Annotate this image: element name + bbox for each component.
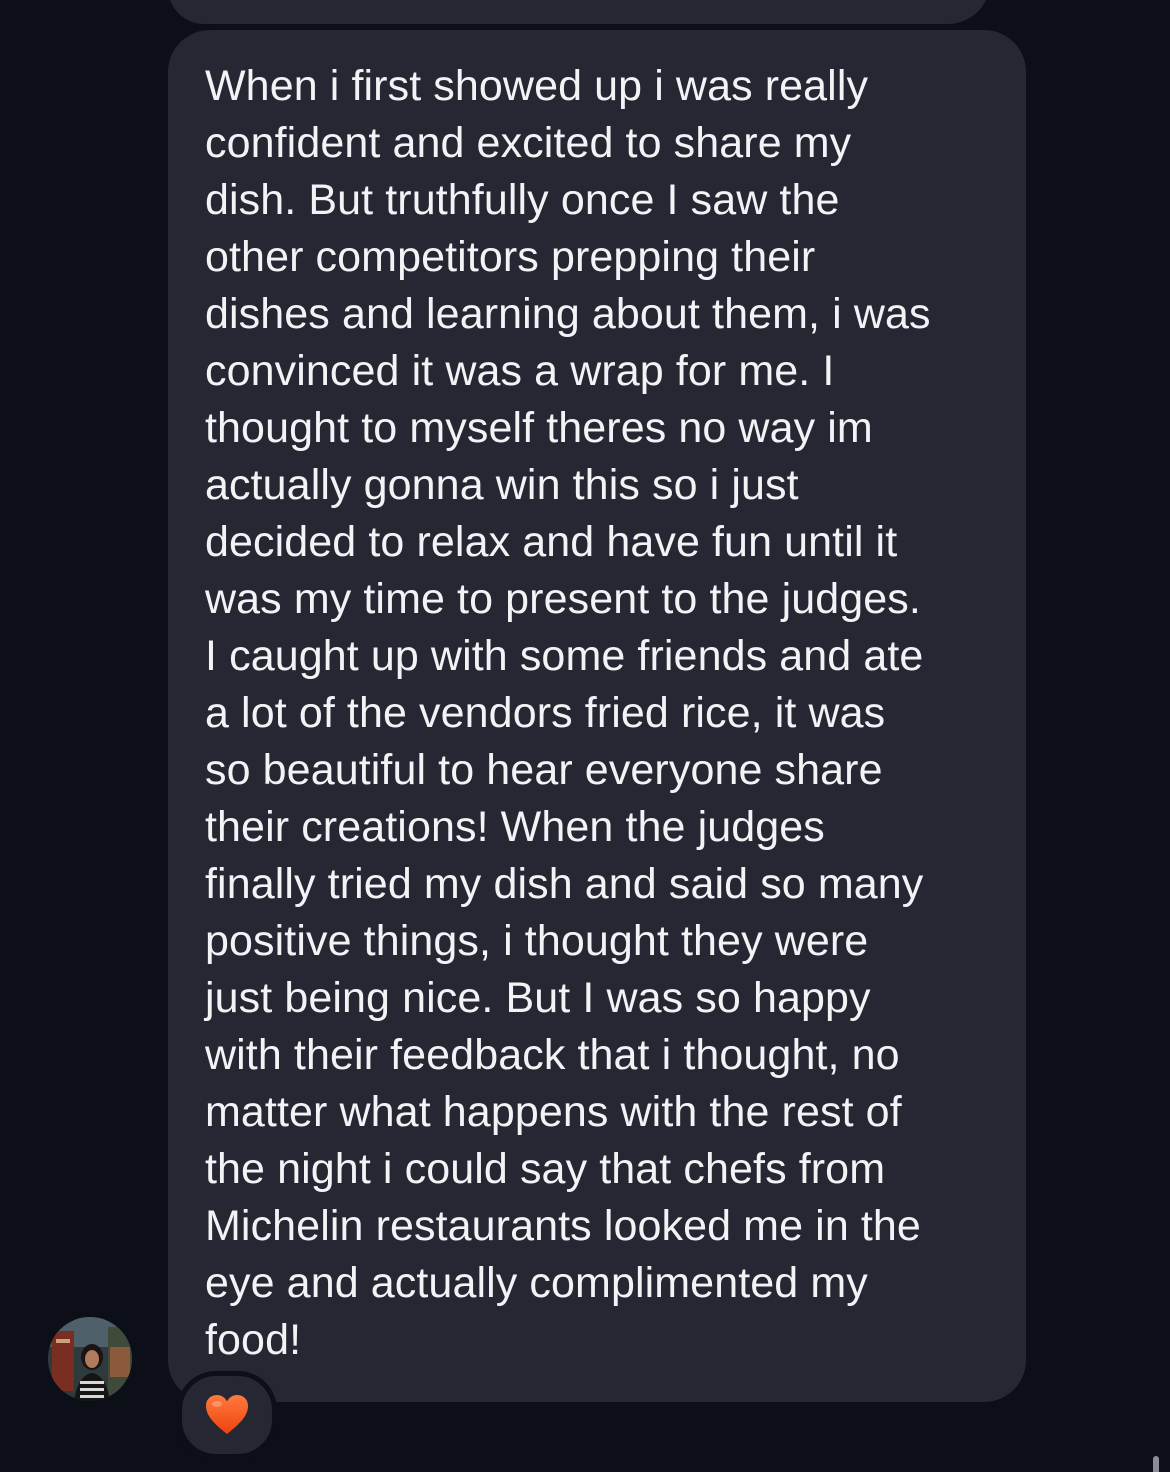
message-line: dishes and learning about them, i was	[205, 290, 931, 338]
chat-screen: When i first showed up i was really conf…	[0, 0, 1170, 1472]
sender-avatar[interactable]	[48, 1317, 132, 1401]
message-line: decided to relax and have fun until it	[205, 518, 898, 566]
message-line: I caught up with some friends and ate	[205, 632, 924, 680]
message-line: food!	[205, 1316, 302, 1364]
message-line: other competitors prepping their	[205, 233, 816, 281]
message-line: a lot of the vendors fried rice, it was	[205, 689, 886, 737]
orange-heart-icon	[206, 1395, 248, 1434]
message-line: thought to myself theres no way im	[205, 404, 873, 452]
message-line: matter what happens with the rest of	[205, 1088, 902, 1136]
message-text: When i first showed up i was really conf…	[205, 58, 1005, 1369]
message-line: When i first showed up i was really	[205, 62, 869, 110]
message-bubble[interactable]: When i first showed up i was really conf…	[168, 30, 1026, 1402]
message-line: convinced it was a wrap for me. I	[205, 347, 835, 395]
scrollbar-thumb[interactable]	[1153, 1456, 1159, 1472]
message-line: confident and excited to share my	[205, 119, 852, 167]
message-line: their creations! When the judges	[205, 803, 825, 851]
message-line: the night i could say that chefs from	[205, 1145, 886, 1193]
message-line: so beautiful to hear everyone share	[205, 746, 883, 794]
message-line: eye and actually complimented my	[205, 1259, 868, 1307]
message-line: positive things, i thought they were	[205, 917, 869, 965]
message-line: actually gonna win this so i just	[205, 461, 799, 509]
reaction-badge[interactable]	[177, 1371, 277, 1459]
message-line: Michelin restaurants looked me in the	[205, 1202, 921, 1250]
message-line: was my time to present to the judges.	[205, 575, 921, 623]
message-line: finally tried my dish and said so many	[205, 860, 924, 908]
message-line: just being nice. But I was so happy	[205, 974, 871, 1022]
previous-message-bubble[interactable]	[168, 0, 990, 24]
message-line: dish. But truthfully once I saw the	[205, 176, 840, 224]
message-line: with their feedback that i thought, no	[205, 1031, 900, 1079]
avatar-photo-icon	[48, 1317, 132, 1401]
